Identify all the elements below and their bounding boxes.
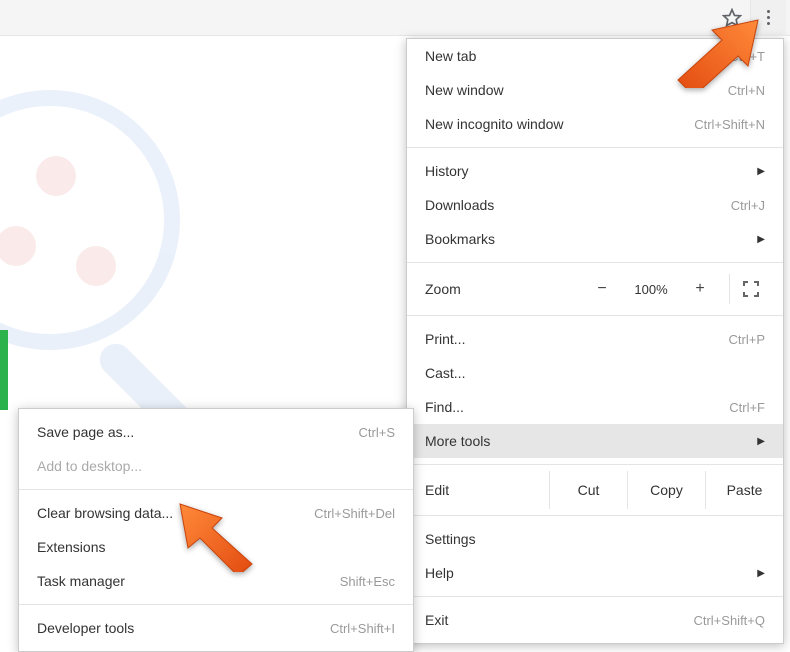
menu-separator (407, 315, 783, 316)
submenu-shortcut: Ctrl+Shift+I (330, 621, 395, 636)
menu-item-print[interactable]: Print... Ctrl+P (407, 322, 783, 356)
star-icon (722, 8, 742, 28)
submenu-label: Extensions (37, 539, 395, 555)
menu-item-new-tab[interactable]: New tab Ctrl+T (407, 39, 783, 73)
zoom-label: Zoom (425, 281, 505, 297)
menu-label: Downloads (425, 197, 731, 213)
menu-separator (407, 262, 783, 263)
chrome-main-menu: New tab Ctrl+T New window Ctrl+N New inc… (406, 38, 784, 644)
submenu-arrow-icon: ▶ (757, 166, 765, 177)
menu-shortcut: Ctrl+T (729, 49, 765, 64)
menu-item-new-incognito[interactable]: New incognito window Ctrl+Shift+N (407, 107, 783, 141)
menu-item-help[interactable]: Help ▶ (407, 556, 783, 590)
fullscreen-button[interactable] (729, 274, 771, 304)
submenu-item-task-manager[interactable]: Task manager Shift+Esc (19, 564, 413, 598)
submenu-item-clear-data[interactable]: Clear browsing data... Ctrl+Shift+Del (19, 496, 413, 530)
menu-item-bookmarks[interactable]: Bookmarks ▶ (407, 222, 783, 256)
watermark-logo (0, 90, 180, 350)
zoom-out-button[interactable]: − (581, 274, 623, 304)
menu-item-history[interactable]: History ▶ (407, 154, 783, 188)
submenu-shortcut: Shift+Esc (340, 574, 395, 589)
menu-separator (407, 464, 783, 465)
decorative-bar (0, 330, 8, 410)
menu-item-more-tools[interactable]: More tools ▶ (407, 424, 783, 458)
menu-label: Bookmarks (425, 231, 751, 247)
bookmark-star-button[interactable] (714, 0, 750, 36)
menu-separator (407, 147, 783, 148)
menu-shortcut: Ctrl+J (731, 198, 765, 213)
menu-shortcut: Ctrl+Shift+N (694, 117, 765, 132)
menu-shortcut: Ctrl+P (729, 332, 765, 347)
chrome-menu-button[interactable] (750, 0, 786, 36)
vertical-dots-icon (767, 10, 770, 25)
menu-item-new-window[interactable]: New window Ctrl+N (407, 73, 783, 107)
menu-label: New incognito window (425, 116, 694, 132)
menu-label: Print... (425, 331, 729, 347)
submenu-arrow-icon: ▶ (757, 234, 765, 245)
fullscreen-icon (743, 281, 759, 297)
menu-separator (407, 515, 783, 516)
submenu-label: Task manager (37, 573, 340, 589)
menu-label: Settings (425, 531, 765, 547)
zoom-in-button[interactable]: + (679, 274, 721, 304)
menu-label: More tools (425, 433, 751, 449)
menu-item-find[interactable]: Find... Ctrl+F (407, 390, 783, 424)
cut-button[interactable]: Cut (549, 471, 627, 509)
edit-label: Edit (425, 482, 485, 498)
menu-item-cast[interactable]: Cast... (407, 356, 783, 390)
menu-label: New tab (425, 48, 729, 64)
zoom-value: 100% (623, 282, 679, 297)
menu-item-exit[interactable]: Exit Ctrl+Shift+Q (407, 603, 783, 637)
submenu-shortcut: Ctrl+Shift+Del (314, 506, 395, 521)
submenu-item-dev-tools[interactable]: Developer tools Ctrl+Shift+I (19, 611, 413, 645)
menu-label: History (425, 163, 751, 179)
menu-item-settings[interactable]: Settings (407, 522, 783, 556)
menu-label: Find... (425, 399, 729, 415)
menu-shortcut: Ctrl+N (728, 83, 765, 98)
copy-button[interactable]: Copy (627, 471, 705, 509)
menu-item-edit: Edit Cut Copy Paste (407, 471, 783, 509)
menu-label: New window (425, 82, 728, 98)
menu-shortcut: Ctrl+F (729, 400, 765, 415)
menu-label: Cast... (425, 365, 765, 381)
submenu-arrow-icon: ▶ (757, 436, 765, 447)
submenu-label: Save page as... (37, 424, 359, 440)
browser-toolbar (0, 0, 790, 36)
paste-button[interactable]: Paste (705, 471, 783, 509)
submenu-label: Add to desktop... (37, 458, 395, 474)
more-tools-submenu: Save page as... Ctrl+S Add to desktop...… (18, 408, 414, 652)
submenu-arrow-icon: ▶ (757, 568, 765, 579)
submenu-item-add-desktop[interactable]: Add to desktop... (19, 449, 413, 483)
submenu-label: Clear browsing data... (37, 505, 314, 521)
menu-item-downloads[interactable]: Downloads Ctrl+J (407, 188, 783, 222)
submenu-label: Developer tools (37, 620, 330, 636)
menu-label: Exit (425, 612, 693, 628)
submenu-item-extensions[interactable]: Extensions (19, 530, 413, 564)
submenu-shortcut: Ctrl+S (359, 425, 395, 440)
menu-separator (407, 596, 783, 597)
menu-separator (19, 604, 413, 605)
submenu-item-save-page[interactable]: Save page as... Ctrl+S (19, 415, 413, 449)
menu-shortcut: Ctrl+Shift+Q (693, 613, 765, 628)
menu-item-zoom: Zoom − 100% + (407, 269, 783, 309)
menu-separator (19, 489, 413, 490)
menu-label: Help (425, 565, 751, 581)
